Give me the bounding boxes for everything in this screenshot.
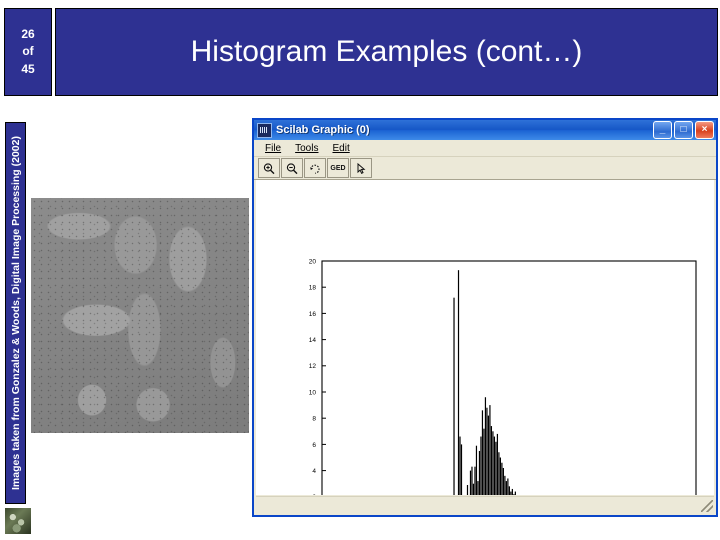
window-controls[interactable]: _ □ ×	[653, 121, 714, 139]
slide-page-number: 26 of 45	[4, 8, 52, 96]
close-icon: ×	[701, 124, 708, 135]
histogram-bar	[492, 431, 494, 495]
credit-strip: Images taken from Gonzalez & Woods, Digi…	[5, 122, 26, 504]
scilab-graphic-window[interactable]: Scilab Graphic (0) _ □ × File Tools Edit	[252, 118, 718, 517]
slide-page: 26 of 45 Histogram Examples (cont…) Imag…	[0, 0, 720, 540]
page-title: Histogram Examples (cont…)	[190, 35, 583, 68]
window-statusbar	[256, 496, 714, 513]
histogram-bar	[498, 452, 500, 495]
histogram-bar	[487, 415, 490, 495]
histogram-bar	[469, 470, 472, 495]
y-tick-label: 4	[312, 468, 316, 475]
pollen-grayscale-image	[31, 198, 249, 433]
page-total: 45	[21, 61, 35, 76]
histogram-bar	[496, 433, 499, 495]
histogram-bar	[459, 436, 461, 495]
zoom-in-icon[interactable]	[258, 158, 280, 178]
histogram-bar	[474, 466, 476, 495]
maximize-icon: □	[680, 124, 687, 135]
histogram-bar	[481, 410, 484, 495]
histogram-bar	[477, 481, 479, 495]
histogram-bar	[495, 441, 497, 495]
window-title: Scilab Graphic (0)	[276, 124, 370, 136]
histogram-bar	[471, 466, 473, 495]
y-tick-label: 6	[312, 442, 316, 449]
histogram-bar	[480, 436, 482, 495]
histogram-bar	[466, 485, 469, 495]
histogram-bar	[504, 475, 506, 495]
histogram-bar	[513, 494, 515, 495]
page-current: 26	[21, 26, 35, 41]
histogram-bar	[502, 467, 504, 495]
plot-frame	[321, 260, 697, 495]
histogram-bar	[510, 491, 512, 495]
y-tick-label: 14	[309, 337, 317, 344]
window-toolbar[interactable]: GED	[254, 157, 716, 180]
histogram-bar	[490, 426, 493, 495]
menu-tools-label: Tools	[295, 142, 319, 154]
y-tick-label: 8	[312, 416, 316, 423]
histogram-bar	[472, 483, 475, 495]
menu-edit[interactable]: Edit	[325, 143, 356, 154]
histogram-bar	[501, 462, 503, 495]
histogram-bar	[484, 397, 487, 495]
histogram-bar	[508, 486, 510, 495]
ged-label: GED	[330, 164, 346, 172]
credit-text: Images taken from Gonzalez & Woods, Digi…	[9, 136, 22, 490]
histogram-bar	[507, 478, 509, 495]
menu-file[interactable]: File	[258, 143, 288, 154]
window-titlebar[interactable]: Scilab Graphic (0) _ □ ×	[254, 120, 716, 140]
minimize-button[interactable]: _	[653, 121, 672, 139]
histogram-bar	[499, 457, 501, 495]
histogram-bar	[489, 405, 491, 495]
y-tick-label: 12	[309, 363, 317, 370]
histogram-bar	[483, 428, 485, 495]
corner-thumbnail-image	[5, 508, 31, 534]
menu-file-label: File	[265, 142, 282, 154]
histogram-bar	[453, 297, 455, 495]
slide-header: Histogram Examples (cont…)	[55, 8, 718, 96]
histogram-bar	[486, 407, 488, 495]
y-tick-label: 16	[309, 311, 317, 318]
window-menubar[interactable]: File Tools Edit	[254, 140, 716, 157]
histogram-svg: 024681012141618200.00.10.20.30.40.50.60.…	[309, 258, 697, 495]
page-of-label: of	[22, 44, 34, 59]
y-tick-label: 10	[309, 389, 317, 396]
resize-grip[interactable]	[701, 500, 713, 512]
zoom-out-icon[interactable]	[281, 158, 303, 178]
histogram-plot: 024681012141618200.00.10.20.30.40.50.60.…	[256, 180, 714, 495]
y-tick-label: 20	[309, 258, 317, 265]
histogram-bar	[511, 488, 513, 495]
y-tick-label: 18	[309, 285, 317, 292]
rotate-icon[interactable]	[304, 158, 326, 178]
histogram-bar	[514, 491, 516, 495]
ged-icon[interactable]: GED	[327, 158, 349, 178]
histogram-bar	[493, 436, 496, 495]
histogram-bar	[460, 444, 463, 495]
menu-edit-label: Edit	[332, 142, 350, 154]
histogram-bar	[505, 481, 507, 495]
menu-tools[interactable]: Tools	[288, 143, 325, 154]
histogram-bar	[478, 450, 481, 495]
pointer-icon[interactable]	[350, 158, 372, 178]
histogram-bar	[457, 270, 460, 495]
y-tick-label: 2	[312, 494, 316, 495]
histogram-bar	[475, 445, 478, 495]
scilab-icon	[257, 122, 272, 138]
close-button[interactable]: ×	[695, 121, 714, 139]
maximize-button[interactable]: □	[674, 121, 693, 139]
minimize-icon: _	[659, 124, 666, 135]
graphic-canvas[interactable]: 024681012141618200.00.10.20.30.40.50.60.…	[256, 180, 714, 495]
